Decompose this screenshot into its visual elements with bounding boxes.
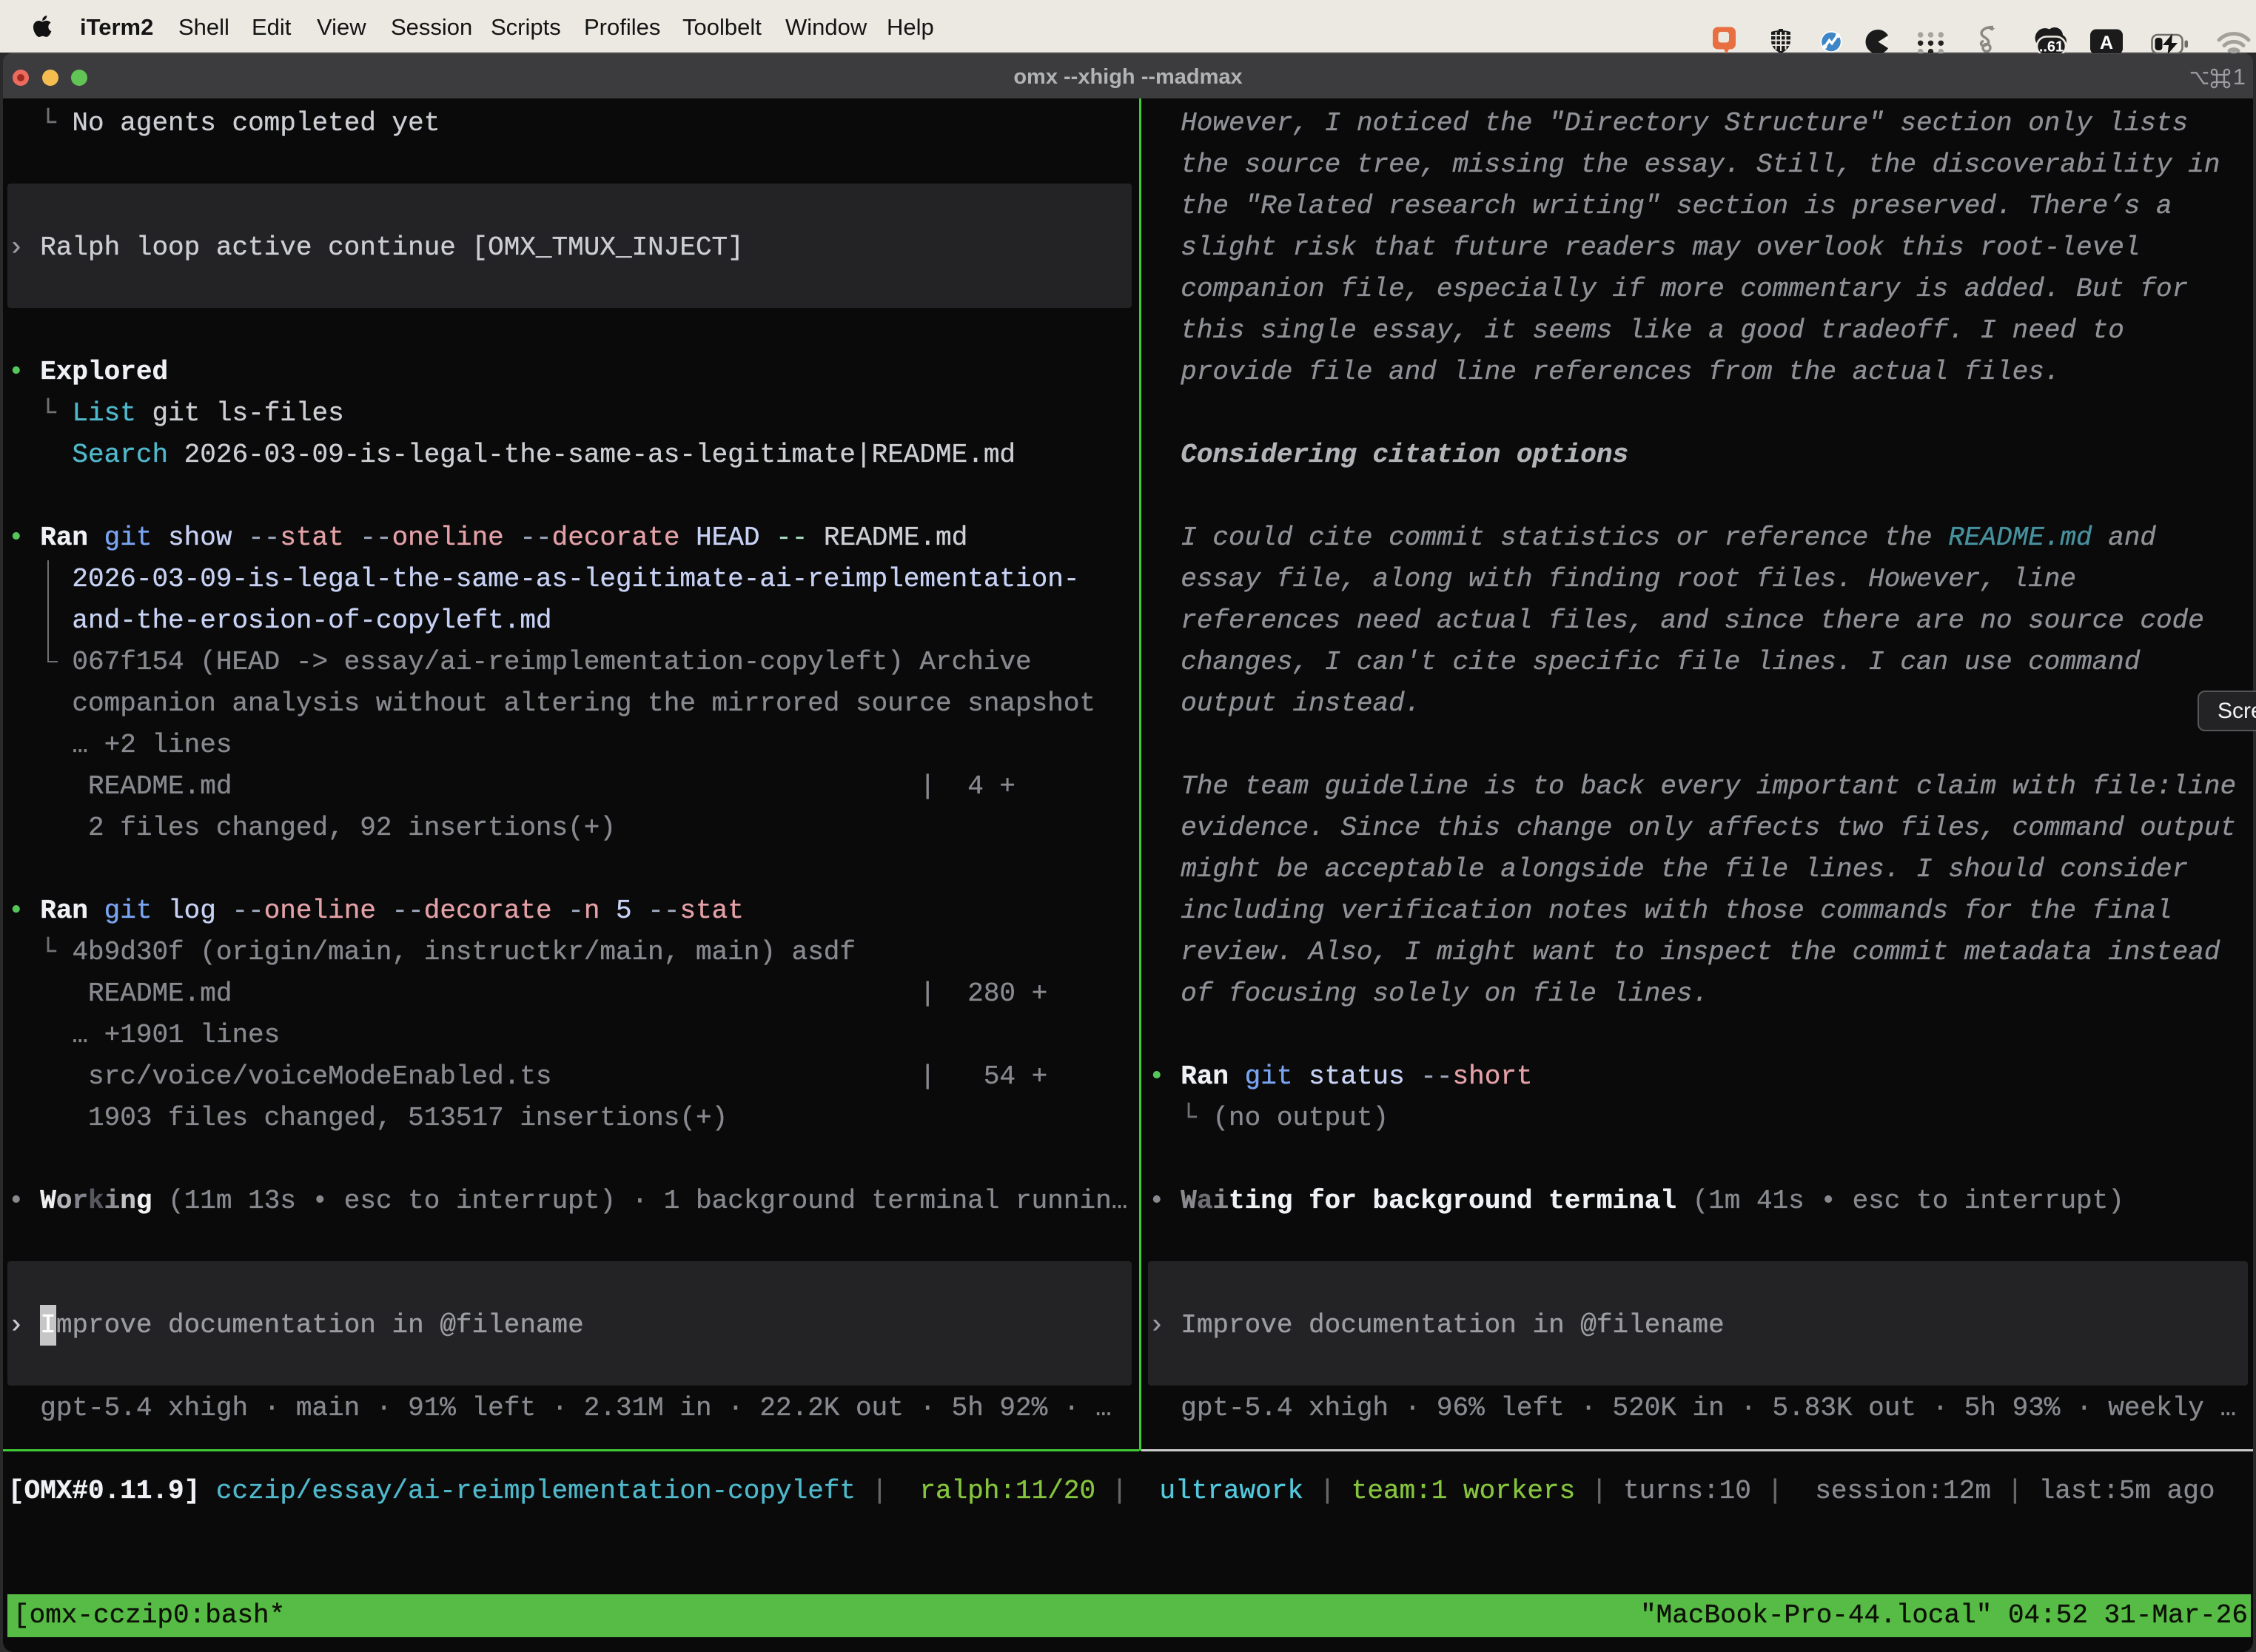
svg-text:A: A — [2100, 33, 2113, 53]
